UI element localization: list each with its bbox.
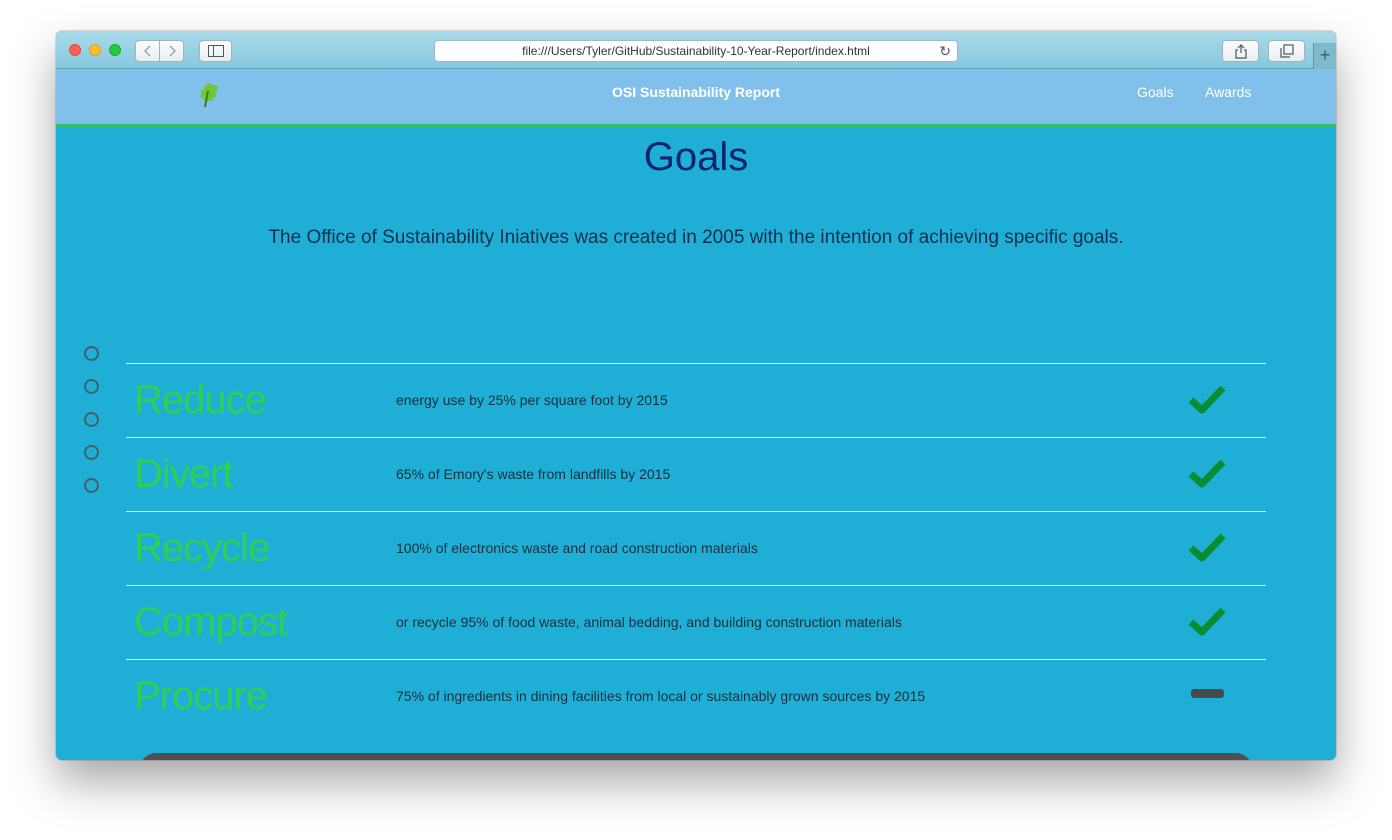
show-tabs-button[interactable] <box>1268 40 1305 62</box>
check-icon <box>1188 533 1226 562</box>
browser-window: file:///Users/Tyler/GitHub/Sustainabilit… <box>56 31 1336 760</box>
goal-row: Divert 65% of Emory's waste from landfil… <box>126 437 1266 511</box>
footer-panel-edge <box>140 753 1252 760</box>
section-dot[interactable] <box>84 445 99 460</box>
dash-icon <box>1191 689 1224 698</box>
site-navbar: OSI Sustainability Report Goals Awards <box>56 69 1336 127</box>
chevron-left-icon <box>143 45 151 57</box>
goal-description: or recycle 95% of food waste, animal bed… <box>396 614 902 630</box>
goal-description: 100% of electronics waste and road const… <box>396 540 758 556</box>
section-dot[interactable] <box>84 412 99 427</box>
goal-verb: Divert <box>134 452 233 496</box>
intro-text: The Office of Sustainability Iniatives w… <box>268 227 1124 248</box>
check-icon <box>1188 607 1226 636</box>
goal-description: 65% of Emory's waste from landfills by 2… <box>396 466 671 482</box>
address-bar-url: file:///Users/Tyler/GitHub/Sustainabilit… <box>522 44 870 58</box>
goal-verb: Compost <box>134 600 288 644</box>
address-bar[interactable]: file:///Users/Tyler/GitHub/Sustainabilit… <box>434 40 958 62</box>
goals-table: Reduce energy use by 25% per square foot… <box>126 363 1266 733</box>
sidebar-toggle-button[interactable] <box>199 40 232 62</box>
section-dot[interactable] <box>84 379 99 394</box>
goal-row: Compost or recycle 95% of food waste, an… <box>126 585 1266 659</box>
goal-verb: Procure <box>134 674 268 718</box>
section-dot[interactable] <box>84 478 99 493</box>
nav-link-awards[interactable]: Awards <box>1205 69 1251 115</box>
back-button[interactable] <box>135 40 160 62</box>
section-dot[interactable] <box>84 346 99 361</box>
share-button[interactable] <box>1222 40 1259 62</box>
goal-verb: Recycle <box>134 526 270 570</box>
tabs-icon <box>1279 44 1294 58</box>
goal-description: 75% of ingredients in dining facilities … <box>396 688 926 704</box>
page-title: Goals <box>643 135 749 179</box>
goal-row: Recycle 100% of electronics waste and ro… <box>126 511 1266 585</box>
minimize-window-button[interactable] <box>89 44 101 56</box>
sidebar-icon <box>207 45 224 57</box>
goal-row: Procure 75% of ingredients in dining fac… <box>126 659 1266 733</box>
share-icon <box>1234 44 1247 59</box>
page-content: Goals The Office of Sustainability Iniat… <box>56 127 1336 760</box>
goal-row: Reduce energy use by 25% per square foot… <box>126 363 1266 437</box>
check-icon <box>1188 459 1226 488</box>
new-tab-button[interactable]: + <box>1313 43 1336 69</box>
reload-icon[interactable]: ↻ <box>939 41 951 61</box>
nav-link-goals[interactable]: Goals <box>1137 69 1174 115</box>
close-window-button[interactable] <box>69 44 81 56</box>
goal-verb: Reduce <box>134 378 267 422</box>
check-icon <box>1188 385 1226 414</box>
forward-button[interactable] <box>159 40 184 62</box>
chevron-right-icon <box>168 45 176 57</box>
browser-titlebar: file:///Users/Tyler/GitHub/Sustainabilit… <box>56 31 1336 69</box>
goal-description: energy use by 25% per square foot by 201… <box>396 392 668 408</box>
zoom-window-button[interactable] <box>109 44 121 56</box>
